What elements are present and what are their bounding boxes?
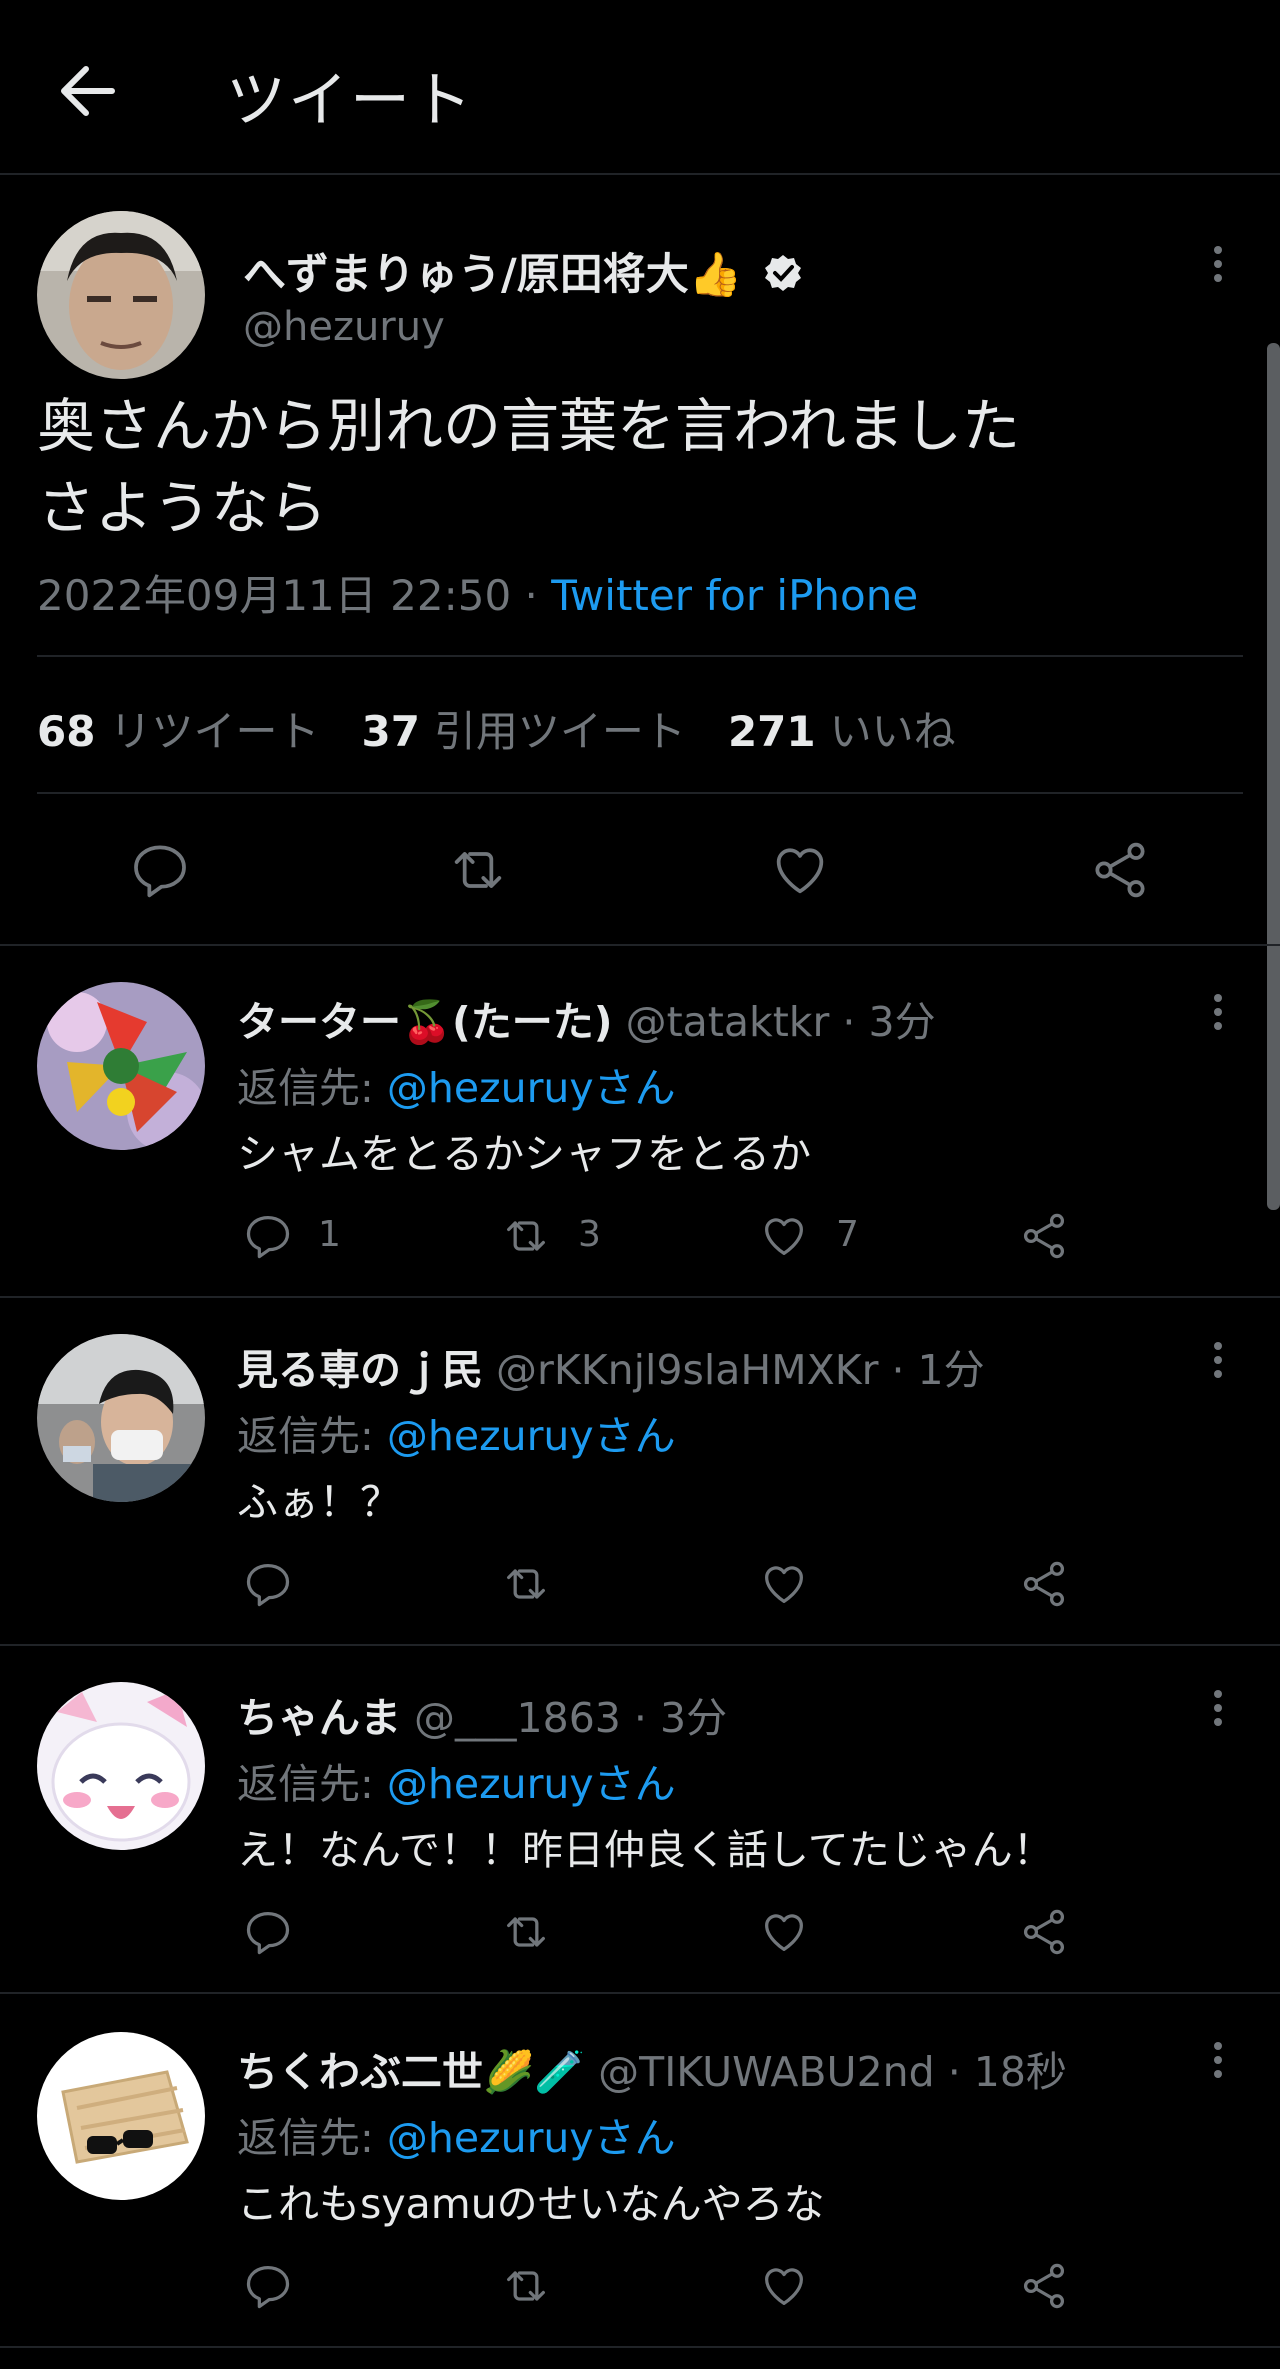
reply-to-link[interactable]: @hezuruyさん	[387, 1064, 676, 1112]
like-button[interactable]	[758, 2260, 810, 2312]
reply-to-line: 返信先: @hezuruyさん	[237, 1412, 676, 1460]
reply-text: ふぁ！？	[237, 1478, 401, 1526]
reply-to-link[interactable]: @hezuruyさん	[387, 1760, 676, 1808]
share-button[interactable]	[1088, 838, 1152, 902]
share-button[interactable]	[1018, 1558, 1070, 1610]
like-button[interactable]	[758, 1906, 810, 1958]
reply-button[interactable]	[242, 1210, 294, 1262]
divider	[0, 1992, 1280, 1994]
reply-text: シャムをとるかシャフをとるか	[237, 1130, 811, 1178]
tweet-text: 奥さんから別れの言葉を言われました さようなら	[37, 385, 1237, 549]
divider	[37, 792, 1243, 794]
retweet-button[interactable]	[446, 838, 510, 902]
reply-button[interactable]	[242, 1906, 294, 1958]
more-options-icon[interactable]	[1198, 988, 1238, 1048]
retweet-button[interactable]	[500, 1558, 552, 1610]
divider	[0, 1644, 1280, 1646]
likes-stat[interactable]: 271 いいね	[728, 707, 956, 756]
retweet-button[interactable]	[500, 2260, 552, 2312]
top-bar: ツイート	[0, 0, 1280, 175]
reply-to-link[interactable]: @hezuruyさん	[387, 1412, 676, 1460]
author-handle[interactable]: @hezuruy	[243, 304, 445, 350]
like-count: 7	[836, 1214, 859, 1255]
divider	[37, 655, 1243, 657]
reply-to-line: 返信先: @hezuruyさん	[237, 2114, 676, 2162]
more-options-icon[interactable]	[1198, 2036, 1238, 2096]
reply-button[interactable]	[242, 1558, 294, 1610]
retweet-count: 3	[578, 1214, 601, 1255]
retweet-button[interactable]	[500, 1906, 552, 1958]
scrollbar[interactable]	[1267, 343, 1280, 1210]
reply-to-link[interactable]: @hezuruyさん	[387, 2114, 676, 2162]
share-button[interactable]	[1018, 1210, 1070, 1262]
like-button[interactable]	[758, 1210, 810, 1262]
reply-to-line: 返信先: @hezuruyさん	[237, 1064, 676, 1112]
more-options-icon[interactable]	[1198, 1684, 1238, 1744]
tweet-text-line: さようなら	[37, 474, 328, 542]
verified-badge-icon	[763, 253, 803, 293]
page-title: ツイート	[226, 66, 474, 136]
tweet-date[interactable]: 2022年09月11日 22:50 ·	[37, 571, 551, 620]
reply-author[interactable]: ちくわぶ二世🌽🧪 @TIKUWABU2nd · 18秒	[237, 2038, 1067, 2098]
reply-button[interactable]	[242, 2260, 294, 2312]
author-name[interactable]: へずまりゅう/原田将大👍	[243, 240, 803, 302]
tweet-meta: 2022年09月11日 22:50 · Twitter for iPhone	[37, 562, 918, 623]
reply-button[interactable]	[128, 838, 192, 902]
divider	[0, 1296, 1280, 1298]
divider	[0, 944, 1280, 946]
avatar[interactable]	[37, 211, 205, 379]
avatar[interactable]	[37, 1682, 205, 1850]
tweet-text-line: 奥さんから別れの言葉を言われました	[37, 392, 1021, 460]
reply-count: 1	[318, 1214, 341, 1255]
like-button[interactable]	[758, 1558, 810, 1610]
share-button[interactable]	[1018, 1906, 1070, 1958]
like-button[interactable]	[768, 838, 832, 902]
reply-author[interactable]: 見る専のｊ民 @rKKnjl9slaHMXKr · 1分	[237, 1336, 985, 1396]
reply-text: え！なんで！！昨日仲良く話してたじゃん！	[237, 1826, 1054, 1874]
author-display-name[interactable]: へずまりゅう/原田将大👍	[243, 250, 742, 300]
more-options-icon[interactable]	[1198, 1336, 1238, 1396]
reply-author[interactable]: ちゃんま @___1863 · 3分	[237, 1684, 727, 1744]
avatar[interactable]	[37, 1334, 205, 1502]
arrow-left-icon[interactable]	[52, 55, 124, 127]
reply-to-line: 返信先: @hezuruyさん	[237, 1760, 676, 1808]
more-options-icon[interactable]	[1198, 240, 1238, 300]
share-button[interactable]	[1018, 2260, 1070, 2312]
tweet-stats: 68 リツイート 37 引用ツイート 271 いいね	[37, 698, 956, 759]
avatar[interactable]	[37, 2032, 205, 2200]
avatar[interactable]	[37, 982, 205, 1150]
divider	[0, 2346, 1280, 2348]
reply-text: これもsyamuのせいなんやろな	[237, 2180, 825, 2228]
reply-author[interactable]: ターター🍒(たーた) @tataktkr · 3分	[237, 988, 936, 1048]
tweet-client-link[interactable]: Twitter for iPhone	[551, 571, 918, 620]
quotes-stat[interactable]: 37 引用ツイート	[361, 707, 685, 756]
retweet-button[interactable]	[500, 1210, 552, 1262]
retweets-stat[interactable]: 68 リツイート	[37, 707, 319, 756]
